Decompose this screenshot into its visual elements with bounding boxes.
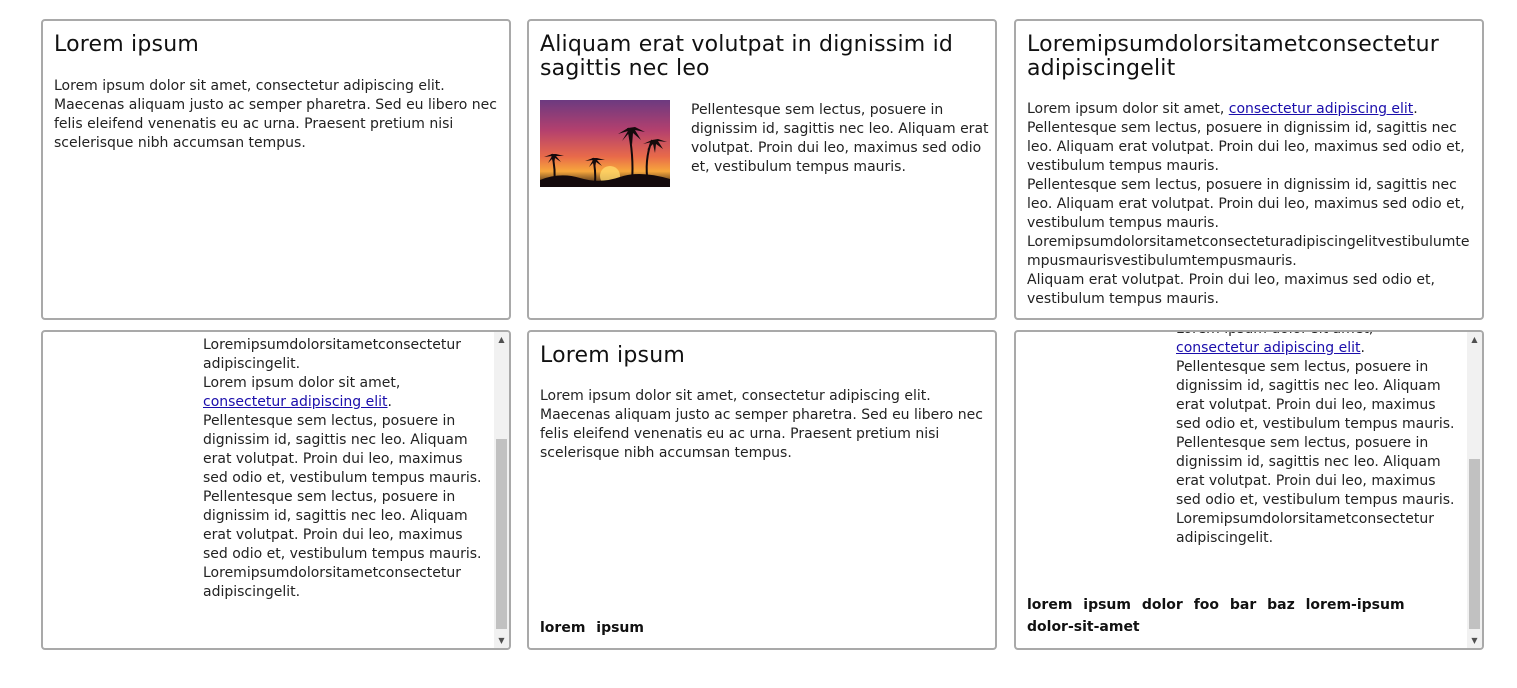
card-paragraph: consectetur adipiscing elit. (1176, 339, 1458, 358)
card-body-text: Lorem ipsum dolor sit amet, consectetur … (540, 387, 984, 463)
card-paragraph: Pellentesque sem lectus, posuere in dign… (1176, 359, 1455, 432)
scroll-content: Loremipsumdolorsitametconsectetur adipis… (203, 336, 485, 602)
card-footer: lorem ipsum dolor foo bar baz lorem-ipsu… (1027, 594, 1447, 638)
card-body-text: Lorem ipsum dolor sit amet, consectetur … (54, 77, 498, 153)
paragraph-prefix: Lorem ipsum dolor sit amet, (203, 375, 401, 391)
inline-link[interactable]: consectetur adipiscing elit (1176, 340, 1361, 356)
card-body-text: Pellentesque sem lectus, posuere in dign… (691, 100, 990, 187)
card-body-text: Lorem ipsum dolor sit amet, consectetur … (1027, 100, 1472, 309)
card-paragraph: Loremipsumdolorsitametconsectetur adipis… (203, 565, 462, 600)
card-paragraph: Loremipsumdolorsitametconsectetur adipis… (203, 337, 462, 372)
card-title: Lorem ipsum (540, 343, 685, 368)
card-paragraph: Lorem ipsum dolor sit amet, consectetur … (540, 388, 983, 461)
card-footer: lorem ipsum (540, 620, 644, 636)
paragraph-suffix: . (387, 394, 392, 410)
card-lorem-ipsum-2: Lorem ipsum Lorem ipsum dolor sit amet, … (527, 330, 997, 650)
card-paragraph: Lorem ipsum dolor sit amet, consectetur … (54, 78, 497, 151)
scrollbar-thumb[interactable] (496, 439, 507, 629)
card-paragraph: Loremipsumdolorsitametconsecteturadipisc… (1027, 234, 1470, 269)
card-lorem-ipsum-1: Lorem ipsum Lorem ipsum dolor sit amet, … (41, 19, 511, 320)
scroll-up-arrow-icon[interactable]: ▲ (494, 332, 509, 347)
card-paragraph: Pellentesque sem lectus, posuere in dign… (1027, 177, 1465, 231)
card-title: Aliquam erat volutpat in dignissim id sa… (540, 32, 954, 81)
vertical-scrollbar[interactable]: ▲ ▼ (494, 332, 509, 648)
card-title: Loremipsumdolorsitametconsectetur adipis… (1027, 32, 1440, 81)
card-long-word: Loremipsumdolorsitametconsectetur adipis… (1014, 19, 1484, 320)
media-row: Pellentesque sem lectus, posuere in dign… (540, 100, 990, 187)
scroll-up-arrow-icon[interactable]: ▲ (1467, 332, 1482, 347)
paragraph-prefix: Lorem ipsum dolor sit amet, (1027, 101, 1229, 117)
card-title: Lorem ipsum (54, 32, 199, 57)
paragraph-suffix: . (1413, 101, 1418, 117)
scroll-content: Lorem ipsum dolor sit amet, consectetur … (1176, 332, 1458, 548)
card-paragraph: Pellentesque sem lectus, posuere in dign… (1176, 435, 1455, 508)
scroll-down-arrow-icon[interactable]: ▼ (494, 633, 509, 648)
inline-link[interactable]: consectetur adipiscing elit (203, 394, 388, 410)
card-paragraph: Lorem ipsum dolor sit amet, consectetur … (1027, 100, 1472, 119)
card-scrollable-2[interactable]: Lorem ipsum dolor sit amet, consectetur … (1014, 330, 1484, 650)
card-paragraph: Pellentesque sem lectus, posuere in dign… (203, 413, 482, 486)
card-paragraph: Pellentesque sem lectus, posuere in dign… (691, 102, 989, 175)
sunset-palms-image (540, 100, 670, 187)
card-paragraph: Aliquam erat volutpat. Proin dui leo, ma… (1027, 272, 1435, 307)
card-scrollable-1[interactable]: Loremipsumdolorsitametconsectetur adipis… (41, 330, 511, 650)
vertical-scrollbar[interactable]: ▲ ▼ (1467, 332, 1482, 648)
card-paragraph: Pellentesque sem lectus, posuere in dign… (203, 489, 482, 562)
paragraph-suffix: . (1360, 340, 1365, 356)
inline-link[interactable]: consectetur adipiscing elit (1229, 101, 1414, 117)
card-paragraph: Lorem ipsum dolor sit amet, (1176, 332, 1458, 339)
scrollbar-thumb[interactable] (1469, 459, 1480, 629)
scroll-down-arrow-icon[interactable]: ▼ (1467, 633, 1482, 648)
card-paragraph: Loremipsumdolorsitametconsectetur adipis… (1176, 511, 1435, 546)
card-aliquam: Aliquam erat volutpat in dignissim id sa… (527, 19, 997, 320)
card-paragraph: Pellentesque sem lectus, posuere in dign… (1027, 120, 1465, 174)
card-paragraph: Lorem ipsum dolor sit amet, consectetur … (203, 374, 485, 412)
